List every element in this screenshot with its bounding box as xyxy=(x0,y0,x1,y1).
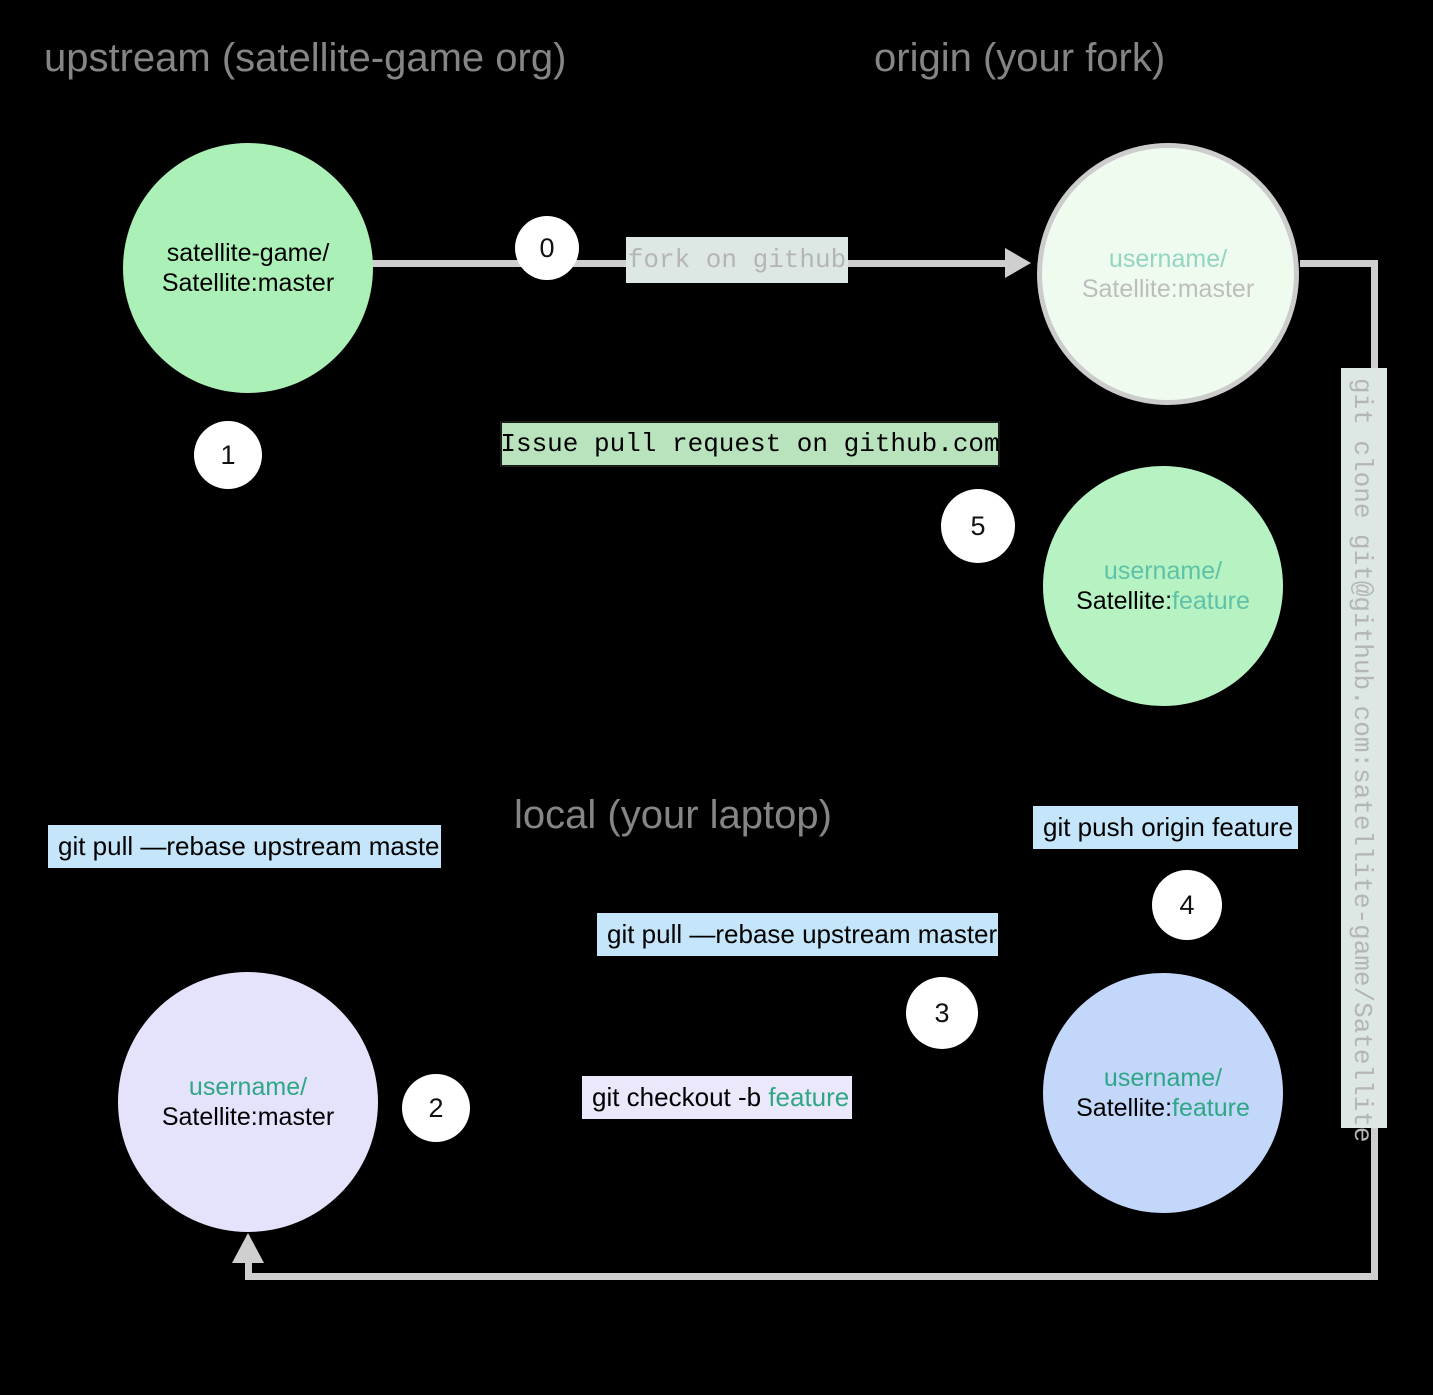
step-badge-4-label: 4 xyxy=(1179,889,1195,920)
node-local-feature-label: username/ Satellite:feature xyxy=(1076,1063,1250,1124)
zone-title-local: local (your laptop) xyxy=(514,793,832,837)
node-local-feature[interactable]: username/ Satellite:feature xyxy=(1043,973,1283,1213)
edge-clone-top-stub xyxy=(1300,260,1378,267)
node-upstream-master-branch: Satellite:master xyxy=(161,269,335,297)
node-local-master-owner: username/ xyxy=(188,1072,308,1101)
command-rebase-mid-label: git pull —rebase upstream master xyxy=(607,919,998,949)
node-local-master-branch: Satellite:master xyxy=(161,1103,335,1131)
command-git-checkout[interactable]: git checkout -b feature xyxy=(582,1076,852,1119)
step-badge-2-label: 2 xyxy=(428,1092,444,1123)
edge-clone-bottom xyxy=(245,1273,1378,1280)
command-pull-request-label: Issue pull request on github.com xyxy=(500,429,1000,459)
step-badge-1[interactable]: 1 xyxy=(194,421,262,489)
command-rebase-mid[interactable]: git pull —rebase upstream master xyxy=(597,913,998,956)
step-badge-0[interactable]: 0 xyxy=(515,216,579,280)
node-local-master[interactable]: username/ Satellite:master xyxy=(118,972,378,1232)
node-origin-feature-owner: username/ xyxy=(1103,556,1223,585)
git-fork-workflow-diagram: upstream (satellite-game org) origin (yo… xyxy=(0,0,1433,1395)
node-origin-master-owner: username/ xyxy=(1108,244,1228,273)
node-origin-master[interactable]: username/ Satellite:master xyxy=(1037,143,1299,405)
command-rebase-left-label: git pull —rebase upstream master xyxy=(58,831,449,861)
node-local-master-label: username/ Satellite:master xyxy=(162,1072,334,1133)
command-git-push-label: git push origin feature xyxy=(1043,812,1294,842)
node-origin-feature-branch: Satellite:feature xyxy=(1076,587,1250,615)
step-badge-4[interactable]: 4 xyxy=(1152,870,1222,940)
step-badge-1-label: 1 xyxy=(220,439,236,470)
step-badge-5[interactable]: 5 xyxy=(941,489,1015,563)
step-badge-0-label: 0 xyxy=(539,232,555,263)
node-origin-feature-label: username/ Satellite:feature xyxy=(1076,556,1250,617)
edge-fork-arrowhead xyxy=(1005,248,1031,278)
zone-title-upstream: upstream (satellite-game org) xyxy=(44,36,567,80)
zone-title-origin: origin (your fork) xyxy=(874,36,1166,80)
node-local-feature-owner: username/ xyxy=(1103,1063,1223,1092)
command-git-push[interactable]: git push origin feature xyxy=(1033,806,1298,849)
step-badge-5-label: 5 xyxy=(970,510,986,541)
edge-clone-riser xyxy=(245,1260,252,1280)
step-badge-2[interactable]: 2 xyxy=(402,1074,470,1142)
command-git-checkout-label: git checkout -b feature xyxy=(592,1082,850,1112)
node-upstream-master[interactable]: satellite-game/ Satellite:master xyxy=(123,143,373,393)
node-upstream-master-label: satellite-game/ Satellite:master xyxy=(162,238,334,299)
node-origin-master-label: username/ Satellite:master xyxy=(1082,244,1254,305)
command-pull-request[interactable]: Issue pull request on github.com xyxy=(500,421,1000,467)
command-fork-on-github[interactable]: fork on github xyxy=(626,237,848,283)
node-origin-master-branch: Satellite:master xyxy=(1081,275,1255,303)
command-fork-on-github-label: fork on github xyxy=(627,245,847,275)
step-badge-3[interactable]: 3 xyxy=(906,977,978,1049)
edge-clone-arrowhead xyxy=(232,1233,264,1263)
node-local-feature-branch: Satellite:feature xyxy=(1076,1094,1250,1122)
command-rebase-left[interactable]: git pull —rebase upstream master xyxy=(48,825,448,868)
node-origin-feature[interactable]: username/ Satellite:feature xyxy=(1043,466,1283,706)
node-upstream-master-owner: satellite-game/ xyxy=(166,238,330,267)
step-badge-3-label: 3 xyxy=(934,997,950,1028)
command-git-clone-label: git clone git@github.com:satellite-game/… xyxy=(1347,378,1377,1143)
